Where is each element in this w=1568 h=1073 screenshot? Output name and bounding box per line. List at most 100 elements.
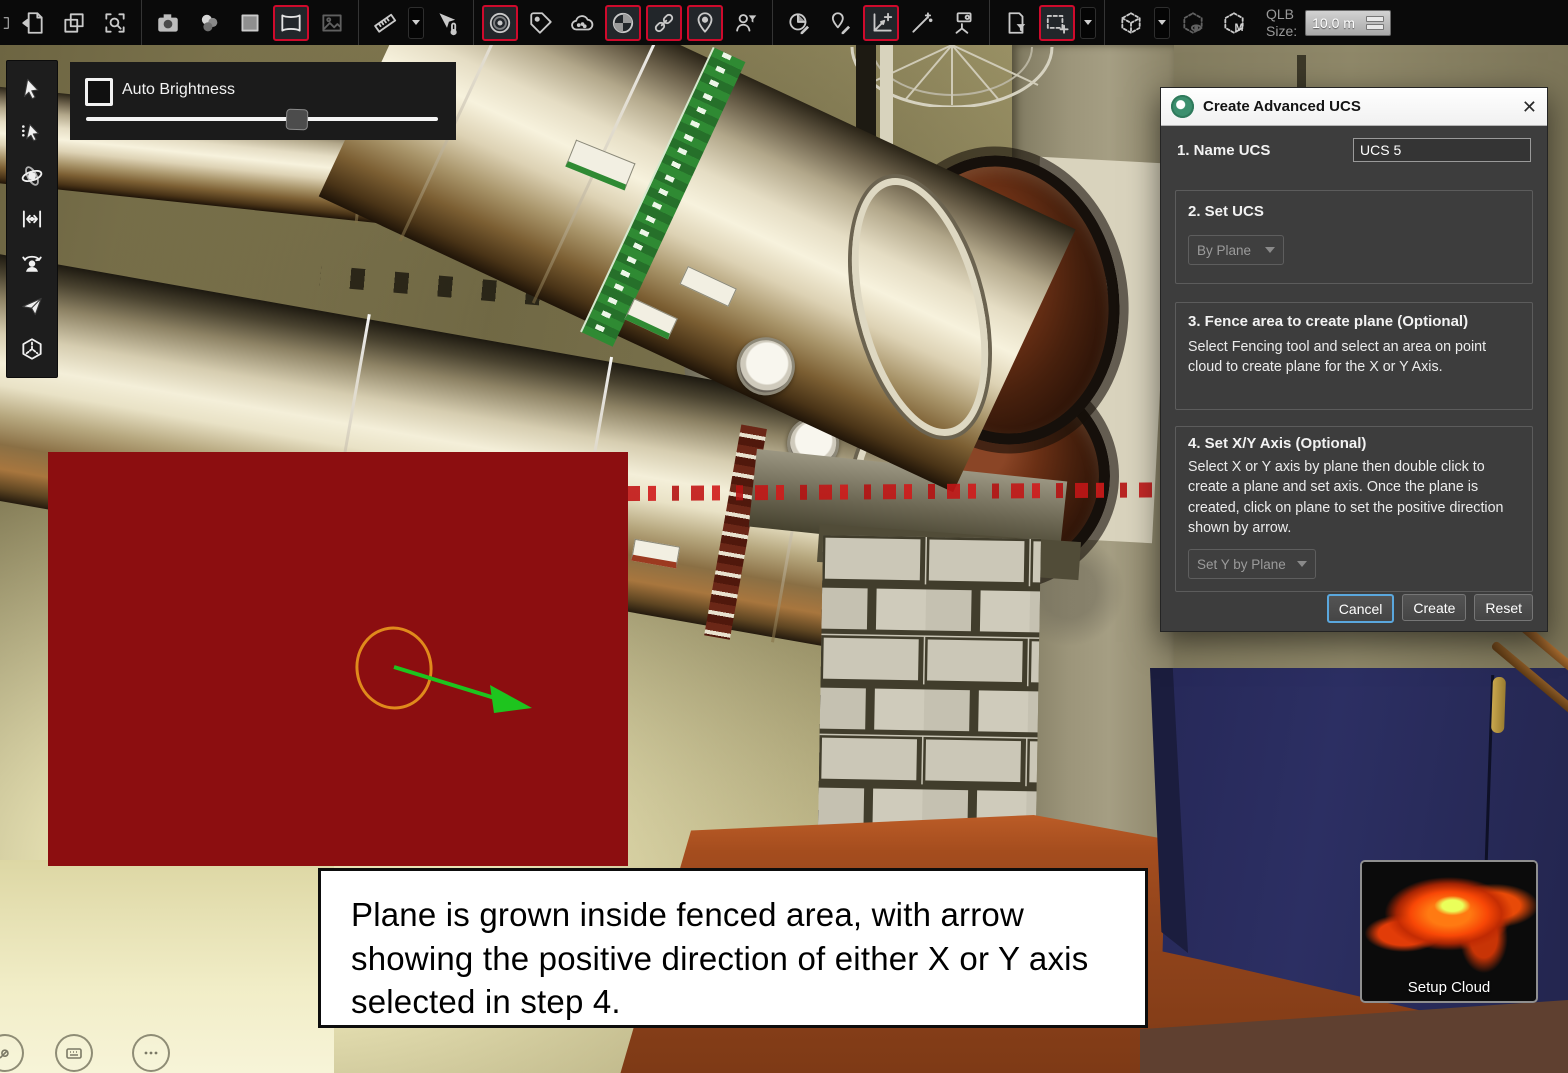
ruler-icon — [372, 10, 398, 36]
clipped-tool-button[interactable] — [0, 5, 10, 41]
set-axis-dropdown[interactable]: Set Y by Plane — [1188, 549, 1316, 579]
cursor-icon — [19, 76, 45, 102]
selection-dropdown-button[interactable] — [1080, 7, 1096, 39]
set-ucs-dropdown-value: By Plane — [1197, 243, 1251, 258]
spinner-icon[interactable] — [1366, 16, 1384, 30]
clipping-box-manager-button[interactable]: M — [1216, 5, 1252, 41]
map-pin-icon — [692, 10, 718, 36]
cloud-points-button[interactable] — [564, 5, 600, 41]
sheet-filter-icon — [1003, 10, 1029, 36]
look-around-tool-button[interactable] — [12, 242, 52, 282]
panorama-view-button[interactable] — [273, 5, 309, 41]
caret-down-icon — [1265, 247, 1275, 253]
marker-filter-button[interactable] — [728, 5, 764, 41]
channels-icon — [196, 10, 222, 36]
orbit-tool-button[interactable] — [12, 156, 52, 196]
location-marker-button[interactable] — [687, 5, 723, 41]
pan-tool-button[interactable] — [12, 199, 52, 239]
fence-area-section: 3. Fence area to create plane (Optional)… — [1175, 302, 1533, 410]
windows-icon — [61, 10, 87, 36]
solid-view-button[interactable] — [232, 5, 268, 41]
qlb-size-field[interactable]: 10.0 m — [1305, 10, 1391, 36]
close-icon[interactable]: ✕ — [1522, 98, 1537, 116]
zoom-fit-icon — [102, 10, 128, 36]
qlb-size-value: 10.0 m — [1312, 15, 1355, 31]
page-icon — [0, 10, 10, 36]
set-ucs-section: 2. Set UCS By Plane — [1175, 190, 1533, 284]
sheet-filter-button[interactable] — [998, 5, 1034, 41]
cancel-button[interactable]: Cancel — [1327, 594, 1395, 623]
pan-icon — [19, 206, 45, 232]
key-icon — [0, 1044, 14, 1062]
selection-tool-button[interactable] — [1039, 5, 1075, 41]
keyboard-shortcuts-button[interactable] — [55, 1034, 93, 1072]
create-ucs-button[interactable] — [863, 5, 899, 41]
cascade-windows-button[interactable] — [56, 5, 92, 41]
point-info-button[interactable] — [429, 5, 465, 41]
screenshot-button[interactable] — [150, 5, 186, 41]
target-icon — [487, 10, 513, 36]
clipping-box-dropdown-button[interactable] — [1154, 7, 1170, 39]
pie-edit-icon — [786, 10, 812, 36]
cube-eye-icon — [1180, 10, 1206, 36]
create-button[interactable]: Create — [1402, 594, 1466, 621]
target-marker-button[interactable] — [482, 5, 518, 41]
set-ucs-label: 2. Set UCS — [1188, 203, 1264, 220]
cube-dashed-icon — [1118, 10, 1144, 36]
auto-brightness-checkbox[interactable] — [85, 78, 113, 106]
dialog-buttons: Cancel Create Reset — [1327, 594, 1533, 623]
measure-button[interactable] — [367, 5, 403, 41]
image-view-button[interactable] — [314, 5, 350, 41]
sphere-target-button[interactable] — [605, 5, 641, 41]
brightness-slider-handle[interactable] — [286, 109, 309, 131]
caret-down-icon — [412, 20, 420, 25]
more-options-button[interactable] — [132, 1034, 170, 1072]
axes-plus-icon — [868, 10, 894, 36]
tag-marker-button[interactable] — [523, 5, 559, 41]
tag-icon — [528, 10, 554, 36]
create-advanced-ucs-dialog: Create Advanced UCS ✕ 1. Name UCS 2. Set… — [1160, 87, 1548, 632]
zoom-fit-button[interactable] — [97, 5, 133, 41]
reset-button[interactable]: Reset — [1474, 594, 1533, 621]
set-axis-label: 4. Set X/Y Axis (Optional) — [1188, 435, 1366, 452]
camera-icon — [155, 10, 181, 36]
scan-page-icon — [20, 10, 46, 36]
pointer-thermo-icon — [434, 10, 460, 36]
link-measure-button[interactable] — [646, 5, 682, 41]
main-toolbar: M QLB Size: 10.0 m — [0, 0, 1568, 45]
dialog-header[interactable]: Create Advanced UCS ✕ — [1161, 88, 1547, 126]
setup-cloud-tile[interactable]: Setup Cloud — [1360, 860, 1538, 1003]
auto-brightness-label: Auto Brightness — [122, 81, 235, 99]
clipping-box-visibility-button[interactable] — [1175, 5, 1211, 41]
clipping-edit-button[interactable] — [781, 5, 817, 41]
svg-text:M: M — [1235, 22, 1244, 34]
ellipsis-icon — [141, 1043, 161, 1063]
brightness-slider[interactable] — [86, 117, 438, 121]
fly-tool-button[interactable] — [12, 286, 52, 326]
image-icon — [319, 10, 345, 36]
panorama-icon — [278, 10, 304, 36]
checker-sphere-icon — [610, 10, 636, 36]
view-cube-button[interactable] — [12, 329, 52, 369]
export-scan-button[interactable] — [15, 5, 51, 41]
color-channels-button[interactable] — [191, 5, 227, 41]
application-window: M QLB Size: 10.0 m Auto Brightness — [0, 0, 1568, 1073]
door-handle — [1491, 677, 1506, 733]
select-points-tool-button[interactable] — [12, 112, 52, 152]
register-scan-button[interactable] — [945, 5, 981, 41]
set-ucs-dropdown[interactable]: By Plane — [1188, 235, 1284, 265]
cube-axes-icon — [19, 336, 45, 362]
point-cloud-thumbnail — [1362, 862, 1536, 977]
ceiling-dark-pipe — [856, 45, 876, 141]
cursor-points-icon — [19, 119, 45, 145]
measure-dropdown-button[interactable] — [408, 7, 424, 39]
probe-tool-button[interactable] — [904, 5, 940, 41]
caret-down-icon — [1084, 20, 1092, 25]
marker-edit-button[interactable] — [822, 5, 858, 41]
ucs-name-input[interactable] — [1353, 138, 1531, 162]
select-tool-button[interactable] — [12, 69, 52, 109]
ucs-plane-overlay[interactable] — [48, 452, 628, 866]
clipping-box-button[interactable] — [1113, 5, 1149, 41]
fence-area-label: 3. Fence area to create plane (Optional) — [1188, 313, 1468, 330]
setup-cloud-label: Setup Cloud — [1362, 979, 1536, 996]
